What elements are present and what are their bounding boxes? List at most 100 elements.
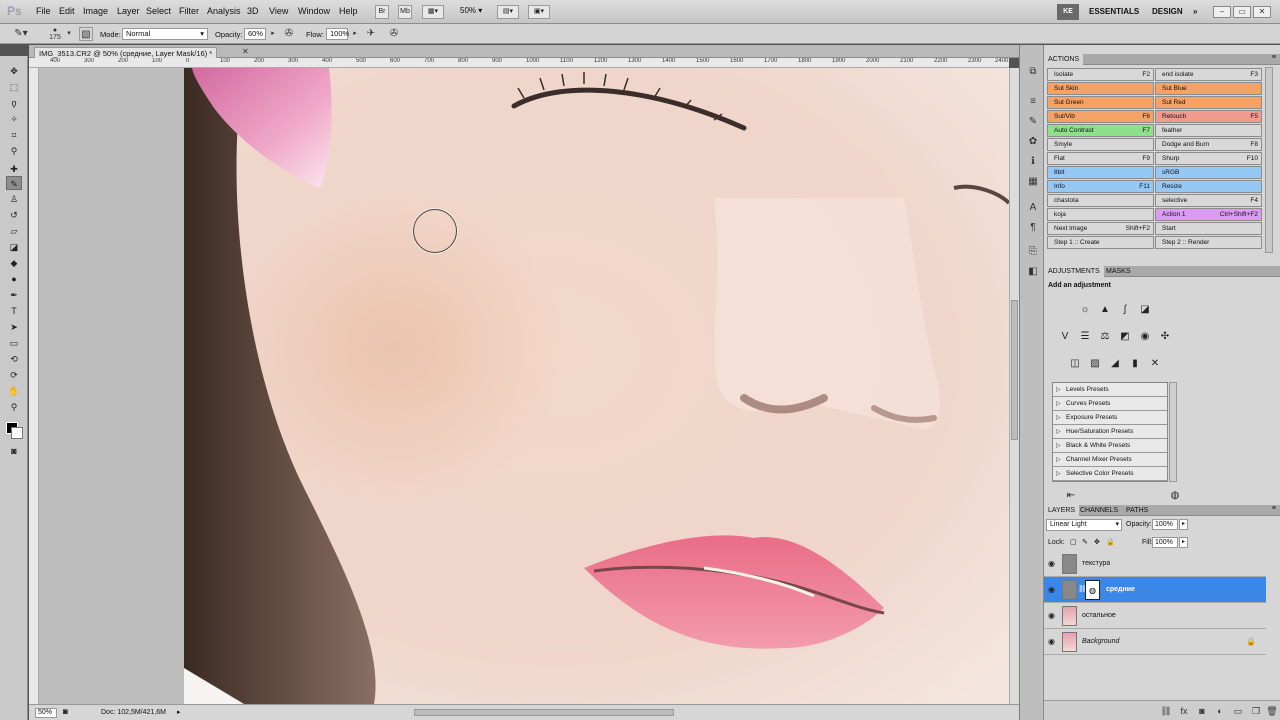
opacity-input[interactable]: 60% — [244, 28, 266, 40]
fill-input[interactable]: 100% — [1152, 537, 1178, 548]
expand-arrow-icon[interactable]: ▷ — [1056, 383, 1061, 397]
tab-channels[interactable]: CHANNELS — [1076, 505, 1122, 516]
color-balance-icon[interactable]: ⚖ — [1098, 330, 1112, 344]
canvas-area[interactable] — [39, 68, 1009, 704]
gradient-map-icon[interactable]: ▮ — [1128, 357, 1142, 371]
tab-actions[interactable]: ACTIONS — [1044, 54, 1084, 65]
return-to-list-icon[interactable]: ⇤ — [1064, 489, 1078, 503]
photo-canvas[interactable] — [184, 68, 1009, 704]
posterize-icon[interactable]: ▨ — [1088, 357, 1102, 371]
lock-position-icon[interactable]: ✥ — [1094, 538, 1100, 546]
path-selection-tool-icon[interactable]: ➤ — [6, 320, 22, 334]
preset-item[interactable]: ▷ Levels Presets — [1053, 383, 1167, 397]
channel-mixer-icon[interactable]: ✣ — [1158, 330, 1172, 344]
eraser-tool-icon[interactable]: ▱ — [6, 224, 22, 238]
color-icon[interactable]: ◧ — [1026, 265, 1040, 279]
more-workspaces-icon[interactable]: » — [1193, 7, 1197, 16]
screen-mode-button[interactable]: ▣▾ — [528, 5, 550, 19]
clone-source-icon[interactable]: ⎘ — [1026, 245, 1040, 259]
action-button[interactable]: Info F11 — [1047, 180, 1154, 193]
action-button[interactable]: 8bit — [1047, 166, 1154, 179]
crop-tool-icon[interactable]: ⌗ — [6, 128, 22, 142]
blend-mode-select[interactable]: Linear Light ▾ — [1046, 519, 1122, 531]
action-button[interactable]: Isolate F2 — [1047, 68, 1154, 81]
flow-slider-icon[interactable]: ▸ — [348, 27, 362, 41]
action-button[interactable]: Sut Green — [1047, 96, 1154, 109]
vibrance-icon[interactable]: V — [1058, 330, 1072, 344]
black-white-icon[interactable]: ◩ — [1118, 330, 1132, 344]
clip-layer-icon[interactable]: ◍ — [1168, 489, 1182, 503]
menu-filter[interactable]: Filter — [179, 6, 199, 16]
action-button[interactable]: Step 2 :: Render — [1155, 236, 1262, 249]
status-info-icon[interactable]: ◙ — [63, 707, 68, 716]
zoom-level-control[interactable]: 50% ▾ — [460, 6, 482, 15]
expand-arrow-icon[interactable]: ▷ — [1056, 425, 1061, 439]
menu-file[interactable]: File — [36, 6, 51, 16]
close-icon[interactable]: ✕ — [1253, 6, 1271, 18]
document-tab[interactable]: IMG_3513.CR2 @ 50% (средние, Layer Mask/… — [34, 47, 218, 58]
action-button[interactable]: Sut Red — [1155, 96, 1262, 109]
vertical-scrollbar[interactable] — [1009, 68, 1019, 704]
action-button[interactable]: Auto Contrast F7 — [1047, 124, 1154, 137]
shape-tool-icon[interactable]: ▭ — [6, 336, 22, 350]
document-close-icon[interactable]: ✕ — [242, 47, 249, 56]
tab-adjustments[interactable]: ADJUSTMENTS — [1044, 266, 1104, 277]
action-button[interactable]: Next Image Shift+F2 — [1047, 222, 1154, 235]
lock-pixels-icon[interactable]: ✎ — [1082, 538, 1088, 546]
brush-picker-dropdown-icon[interactable]: ▾ — [62, 27, 76, 41]
menu-layer[interactable]: Layer — [117, 6, 140, 16]
pressure-opacity-icon[interactable]: ✇ — [282, 27, 296, 41]
action-button[interactable]: Resize — [1155, 180, 1262, 193]
layer-style-icon[interactable]: fx — [1178, 705, 1190, 717]
healing-brush-tool-icon[interactable]: ✚ — [6, 162, 22, 176]
menu-select[interactable]: Select — [146, 6, 171, 16]
hand-tool-icon[interactable]: ✋ — [6, 384, 22, 398]
paragraph-icon[interactable]: ¶ — [1026, 221, 1040, 235]
threshold-icon[interactable]: ◢ — [1108, 357, 1122, 371]
pen-tool-icon[interactable]: ✒ — [6, 288, 22, 302]
delete-layer-icon[interactable]: 🗑 — [1266, 705, 1278, 717]
brush-tool-preset-icon[interactable]: ✎▾ — [14, 27, 28, 41]
lasso-tool-icon[interactable]: ϙ — [6, 96, 22, 110]
new-layer-icon[interactable]: ❐ — [1250, 705, 1262, 717]
paint-bucket-tool-icon[interactable]: ◪ — [6, 240, 22, 254]
opacity-slider-icon[interactable]: ▸ — [1179, 519, 1188, 530]
minimize-icon[interactable]: – — [1213, 6, 1231, 18]
action-button[interactable]: Sut Blue — [1155, 82, 1262, 95]
background-color-swatch[interactable] — [11, 427, 23, 439]
expand-arrow-icon[interactable]: ▷ — [1056, 467, 1061, 481]
status-menu-icon[interactable]: ▸ — [177, 708, 181, 716]
action-button[interactable]: Sut Skin — [1047, 82, 1154, 95]
restore-icon[interactable]: ▭ — [1233, 6, 1251, 18]
action-button[interactable]: Dodge and Burn F8 — [1155, 138, 1262, 151]
workspace-essentials[interactable]: ESSENTIALS — [1089, 7, 1139, 16]
move-tool-icon[interactable]: ✥ — [6, 64, 22, 78]
action-button[interactable]: end isolate F3 — [1155, 68, 1262, 81]
brush-presets-icon[interactable]: ≡ — [1026, 95, 1040, 109]
layers-menu-icon[interactable]: ≡ — [1272, 505, 1276, 512]
blur-tool-icon[interactable]: ◆ — [6, 256, 22, 270]
preset-item[interactable]: ▷ Hue/Saturation Presets — [1053, 425, 1167, 439]
invert-icon[interactable]: ◫ — [1068, 357, 1082, 371]
action-button[interactable]: feather — [1155, 124, 1262, 137]
new-adjustment-icon[interactable]: ◐ — [1214, 705, 1226, 717]
quick-mask-icon[interactable]: ◙ — [6, 444, 22, 458]
pressure-size-icon[interactable]: ✇ — [387, 27, 401, 41]
preset-item[interactable]: ▷ Curves Presets — [1053, 397, 1167, 411]
panel-menu-icon[interactable]: ≡ — [1272, 54, 1276, 61]
brush-picker[interactable]: ● 175 — [48, 27, 62, 41]
layer-row[interactable]: ◉ Background 🔒 — [1044, 629, 1266, 655]
selective-color-icon[interactable]: ✕ — [1148, 357, 1162, 371]
action-button[interactable]: Step 1 :: Create — [1047, 236, 1154, 249]
tool-presets-icon[interactable]: ✎ — [1026, 115, 1040, 129]
arrange-documents-button[interactable]: ▤▾ — [497, 5, 519, 19]
expand-arrow-icon[interactable]: ▷ — [1056, 411, 1061, 425]
visibility-eye-icon[interactable]: ◉ — [1048, 637, 1055, 646]
opacity-slider-icon[interactable]: ▸ — [266, 27, 280, 41]
actions-scrollbar[interactable] — [1265, 67, 1273, 253]
tab-layers[interactable]: LAYERS — [1044, 505, 1080, 516]
menu-analysis[interactable]: Analysis — [207, 6, 241, 16]
histogram-icon[interactable]: ▦ — [1026, 175, 1040, 189]
dodge-tool-icon[interactable]: ● — [6, 272, 22, 286]
action-button[interactable]: Start — [1155, 222, 1262, 235]
